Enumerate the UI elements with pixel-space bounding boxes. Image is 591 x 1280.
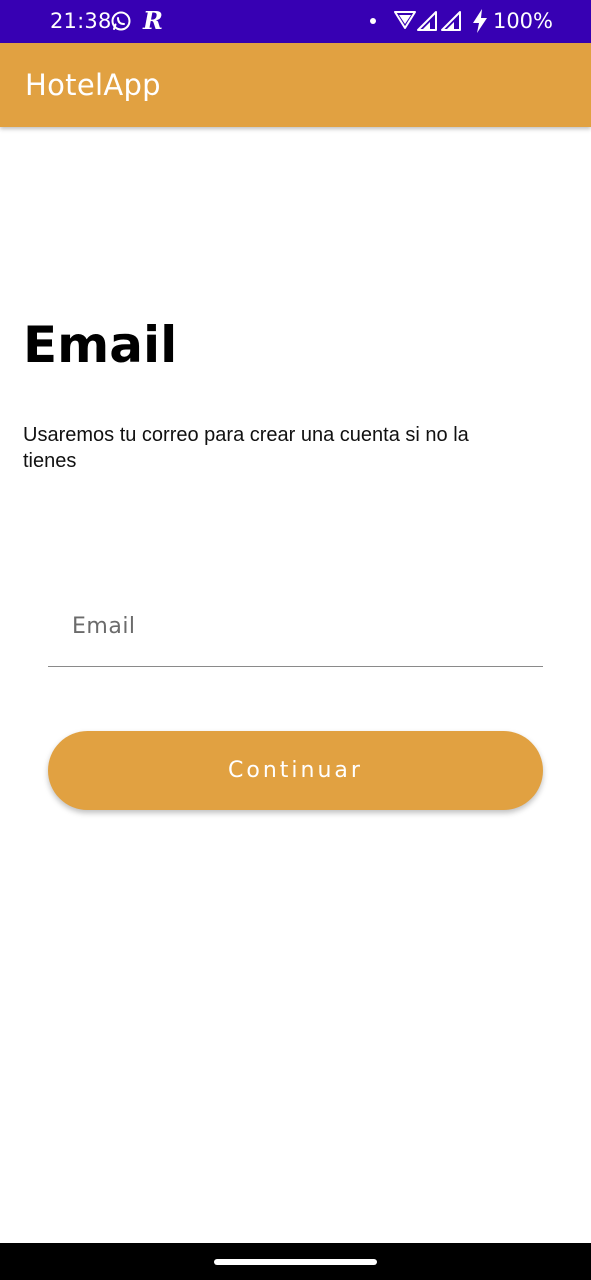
email-input[interactable] — [48, 580, 543, 666]
email-field-container — [48, 580, 543, 667]
wifi-icon — [394, 11, 416, 29]
status-time: 21:38 — [50, 9, 112, 33]
status-bar: 21:38 R 100% — [0, 0, 591, 43]
app-title: HotelApp — [25, 68, 161, 102]
signal-icon-2 — [441, 11, 461, 31]
whatsapp-icon — [111, 11, 131, 31]
charging-bolt-icon — [473, 9, 487, 33]
page-subtitle: Usaremos tu correo para crear una cuenta… — [23, 424, 469, 472]
r-app-icon: R — [143, 6, 163, 35]
app-bar: HotelApp — [0, 43, 591, 127]
battery-percentage: 100% — [492, 9, 553, 33]
signal-icon — [417, 11, 437, 31]
home-indicator[interactable] — [214, 1259, 377, 1265]
continue-button[interactable]: Continuar — [48, 731, 543, 810]
navigation-bar — [0, 1243, 591, 1280]
notification-dot-icon — [370, 18, 376, 24]
page-heading: Email — [23, 316, 178, 374]
screen: 21:38 R 100% HotelApp Email Usaremos tu … — [0, 0, 591, 1280]
